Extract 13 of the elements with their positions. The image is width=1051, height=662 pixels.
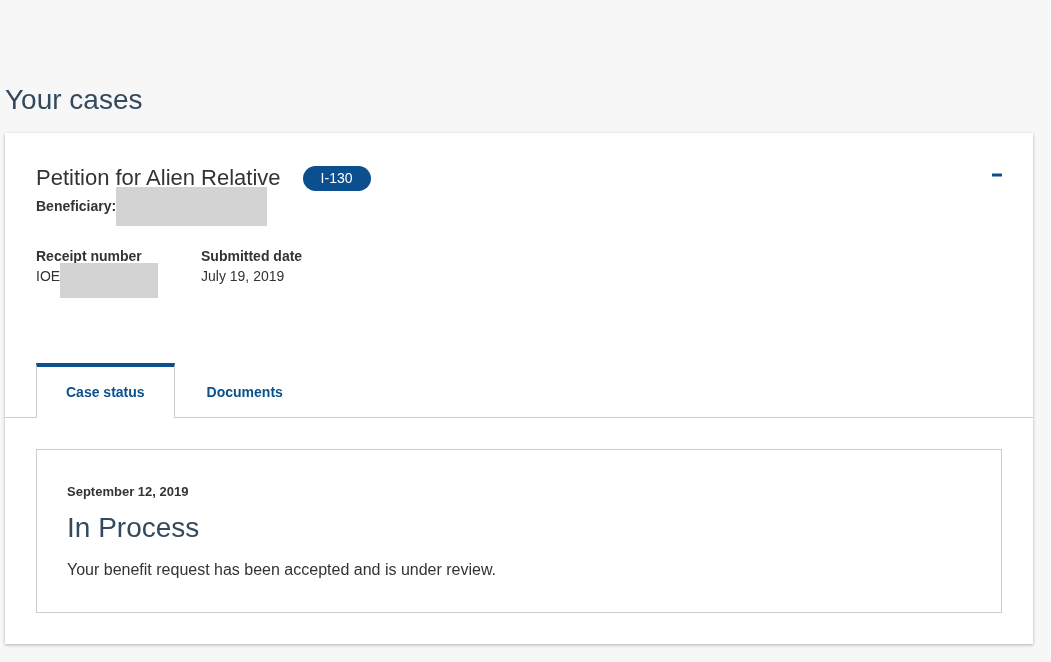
field-value: July 19, 2019 [201,267,285,286]
field-value: IOE [36,267,61,286]
status-description: Your benefit request has been accepted and is under review. [67,560,497,580]
status-title: In Process [67,511,200,545]
tab[interactable]: Documents [174,363,315,417]
case-title: Petition for Alien Relative [36,164,281,192]
status-date: September 12, 2019 [67,483,189,501]
field-label: Receipt number [36,247,142,266]
page-heading: Your cases [5,84,143,116]
form-number-badge: I-130 [302,165,371,191]
tab[interactable]: Case status [36,363,175,418]
field-label: Submitted date [201,247,303,266]
field-label: Beneficiary: [36,197,117,216]
